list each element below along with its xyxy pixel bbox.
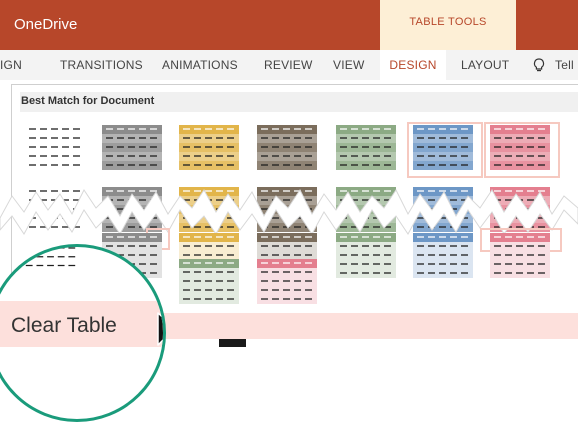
tab-review[interactable]: REVIEW [264, 50, 313, 80]
ribbon-tabs: IGN TRANSITIONS ANIMATIONS REVIEW VIEW D… [0, 50, 578, 80]
tab-layout[interactable]: LAYOUT [461, 50, 509, 80]
table-style-thumb[interactable] [412, 124, 474, 172]
table-style-thumb[interactable] [335, 124, 397, 172]
tab-design-partial[interactable]: IGN [0, 50, 22, 80]
tab-transitions[interactable]: TRANSITIONS [60, 50, 143, 80]
table-style-thumb[interactable] [24, 124, 86, 172]
tab-view[interactable]: VIEW [333, 50, 364, 80]
table-style-thumb[interactable] [256, 258, 318, 306]
app-title: OneDrive [14, 16, 78, 33]
table-style-thumb[interactable] [489, 124, 551, 172]
table-style-thumb[interactable] [178, 124, 240, 172]
table-style-thumb[interactable] [178, 258, 240, 306]
table-style-thumb [25, 247, 76, 267]
table-style-thumb[interactable] [256, 124, 318, 172]
tab-animations[interactable]: ANIMATIONS [162, 50, 238, 80]
gallery-section-title: Best Match for Document [21, 95, 155, 107]
mouse-cursor-icon [157, 312, 163, 346]
tab-table-design[interactable]: DESIGN [380, 50, 446, 80]
tellme-label[interactable]: Tell m [555, 50, 578, 80]
table-style-thumb[interactable] [412, 232, 474, 280]
lightbulb-icon [533, 58, 545, 72]
clear-table-label[interactable]: Clear Table [11, 314, 117, 338]
table-tools-band: TABLE TOOLS [380, 0, 516, 50]
table-tools-label: TABLE TOOLS [409, 16, 487, 28]
table-style-thumb[interactable] [335, 232, 397, 280]
magnifier-callout: Clear Table [0, 244, 166, 422]
table-style-thumb[interactable] [489, 232, 551, 280]
scroll-nub [219, 339, 246, 347]
table-style-thumb[interactable] [101, 124, 163, 172]
